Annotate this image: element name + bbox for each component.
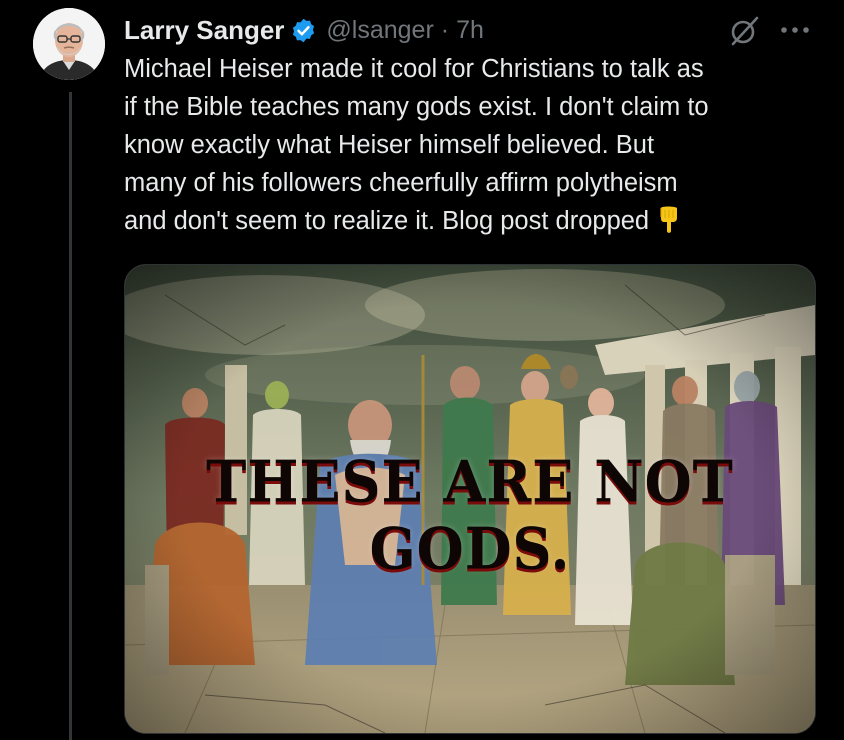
pointing-down-emoji-icon	[655, 204, 683, 234]
verified-badge-icon	[290, 17, 317, 44]
author-name[interactable]: Larry Sanger	[124, 15, 284, 46]
author-handle[interactable]: @lsanger	[326, 16, 433, 45]
tweet-media-image[interactable]: THESE ARE NOT GODS.	[124, 264, 816, 734]
tweet-body: Michael Heiser made it cool for Christia…	[124, 50, 824, 240]
avatar-portrait	[33, 8, 105, 80]
tweet-timestamp[interactable]: 7h	[456, 16, 484, 45]
image-overlay-text: THESE ARE NOT GODS.	[206, 447, 734, 583]
tweet[interactable]: Larry Sanger @lsanger · 7h Michael Heise…	[0, 0, 844, 740]
separator-dot: ·	[440, 15, 450, 44]
tweet-header: Larry Sanger @lsanger · 7h	[124, 10, 484, 50]
more-icon[interactable]	[778, 18, 812, 42]
grok-icon[interactable]	[727, 14, 761, 48]
avatar[interactable]	[33, 8, 105, 80]
tweet-text: Michael Heiser made it cool for Christia…	[124, 55, 709, 235]
thread-line	[69, 92, 72, 740]
